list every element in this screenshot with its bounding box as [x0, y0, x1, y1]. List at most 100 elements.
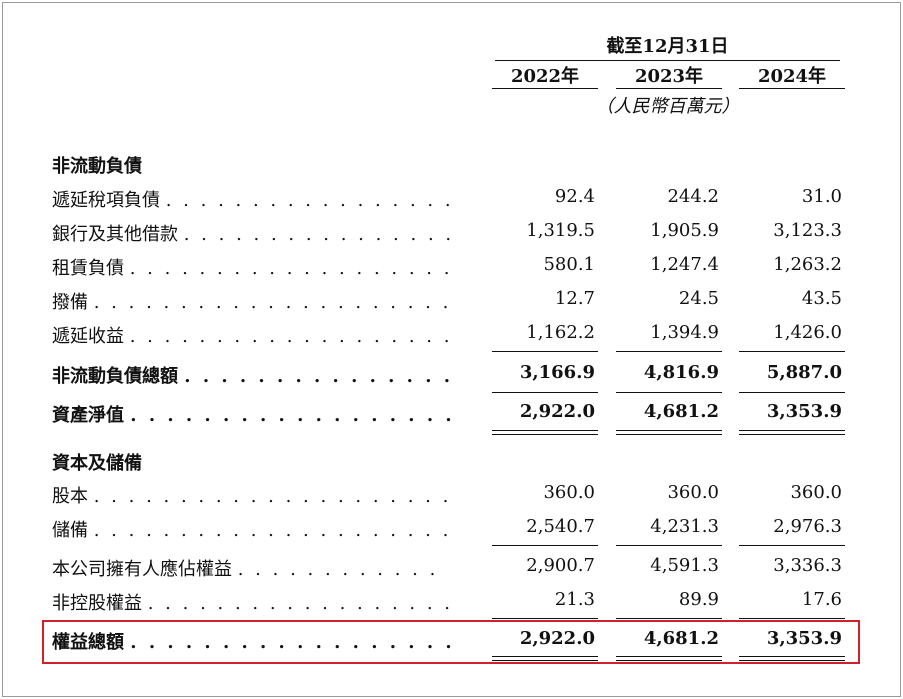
total-row: 資產淨值 . . . . . . . . . . . . . . . . . .… — [0, 401, 903, 427]
table-row: 儲備 . . . . . . . . . . . . . . . . . . .… — [0, 516, 903, 542]
total-rule — [492, 392, 598, 393]
value-2022: 360.0 — [543, 482, 595, 503]
value-2023: 4,231.3 — [650, 516, 719, 537]
value-2023: 4,816.9 — [643, 362, 719, 383]
value-2024: 3,353.9 — [766, 401, 842, 422]
total-row: 非流動負債總額 . . . . . . . . . . . . . . . . … — [0, 362, 903, 388]
section-heading-capital: 資本及儲備 — [0, 449, 903, 475]
value-2022: 1,162.2 — [526, 322, 595, 343]
double-rule — [739, 656, 845, 657]
leader-dots: . . . . . . . . . . . . . . . . . . . . … — [129, 258, 457, 279]
value-2023: 1,394.9 — [650, 322, 719, 343]
value-2024: 3,353.9 — [766, 628, 842, 649]
double-rule — [492, 656, 598, 657]
subtotal-rule — [739, 618, 845, 619]
double-rule — [492, 430, 598, 431]
leader-dots: . . . . . . . . . . . . . . . . . . . . … — [147, 593, 457, 614]
row-label: 非控股權益 . . . . . . . . . . . . . . . . . … — [52, 589, 457, 615]
row-label: 儲備 . . . . . . . . . . . . . . . . . . .… — [52, 516, 457, 542]
row-label: 租賃負債 . . . . . . . . . . . . . . . . . .… — [52, 254, 457, 280]
value-2022: 21.3 — [554, 589, 595, 610]
leader-dots: . . . . . . . . . . . . . . . . . . . — [183, 224, 457, 245]
section-heading-liabilities: 非流動負債 — [0, 152, 903, 178]
double-rule — [616, 430, 722, 431]
double-rule — [616, 660, 722, 661]
year-header-2022: 2022年 — [510, 66, 580, 87]
value-2022: 1,319.5 — [526, 220, 595, 241]
year-rule — [739, 88, 845, 89]
year-rule — [492, 88, 598, 89]
value-2023: 4,591.3 — [650, 555, 719, 576]
value-2024: 5,887.0 — [766, 362, 842, 383]
section-label: 非流動負債 — [52, 156, 142, 177]
leader-dots: . . . . . . . . . . . . . . . . . . . . … — [165, 190, 457, 211]
total-rule — [739, 392, 845, 393]
leader-dots: . . . . . . . . . . . . . . . . . . . — [184, 366, 457, 387]
value-2022: 12.7 — [554, 288, 595, 309]
leader-dots: . . . . . . . . . . . . — [237, 559, 439, 580]
table-row: 非控股權益 . . . . . . . . . . . . . . . . . … — [0, 589, 903, 615]
value-2024: 360.0 — [790, 482, 842, 503]
value-2022: 2,922.0 — [519, 401, 595, 422]
row-label: 撥備 . . . . . . . . . . . . . . . . . . .… — [52, 288, 457, 314]
row-label: 遞延稅項負債 . . . . . . . . . . . . . . . . .… — [52, 186, 457, 212]
subtotal-rule — [616, 351, 722, 352]
subtotal-rule — [616, 545, 722, 546]
subtotal-rule — [492, 545, 598, 546]
subtotal-rule — [616, 618, 722, 619]
subtotal-rule — [739, 545, 845, 546]
value-2023: 1,905.9 — [650, 220, 719, 241]
year-header-2023: 2023年 — [634, 66, 704, 87]
value-2023: 4,681.2 — [643, 628, 719, 649]
row-label: 非流動負債總額 . . . . . . . . . . . . . . . . … — [52, 362, 457, 388]
table-row: 遞延收益 . . . . . . . . . . . . . . . . . .… — [0, 322, 903, 348]
row-label: 權益總額 . . . . . . . . . . . . . . . . . .… — [52, 628, 457, 654]
leader-dots: . . . . . . . . . . . . . . . . . . . . … — [93, 520, 457, 541]
value-2023: 4,681.2 — [643, 401, 719, 422]
value-2023: 1,247.4 — [650, 254, 719, 275]
row-label: 資產淨值 . . . . . . . . . . . . . . . . . .… — [52, 401, 457, 427]
total-row: 權益總額 . . . . . . . . . . . . . . . . . .… — [0, 628, 903, 654]
value-2023: 24.5 — [678, 288, 719, 309]
value-2024: 3,123.3 — [773, 220, 842, 241]
table-row: 遞延稅項負債 . . . . . . . . . . . . . . . . .… — [0, 186, 903, 212]
value-2024: 43.5 — [801, 288, 842, 309]
value-2022: 2,540.7 — [526, 516, 595, 537]
value-2023: 244.2 — [667, 186, 719, 207]
double-rule — [739, 434, 845, 435]
value-2022: 2,900.7 — [526, 555, 595, 576]
double-rule — [616, 656, 722, 657]
table-row: 本公司擁有人應佔權益 . . . . . . . . . . . . 2,900… — [0, 555, 903, 581]
double-rule — [739, 660, 845, 661]
value-2024: 1,263.2 — [773, 254, 842, 275]
value-2022: 580.1 — [543, 254, 595, 275]
table-row: 撥備 . . . . . . . . . . . . . . . . . . .… — [0, 288, 903, 314]
value-2024: 2,976.3 — [773, 516, 842, 537]
value-2024: 31.0 — [801, 186, 842, 207]
year-header-2024: 2024年 — [757, 66, 827, 87]
double-rule — [492, 434, 598, 435]
leader-dots: . . . . . . . . . . . . . . . . . . . . … — [130, 632, 457, 653]
value-2023: 89.9 — [678, 589, 719, 610]
leader-dots: . . . . . . . . . . . . . . . . . . . . … — [130, 405, 457, 426]
value-2024: 1,426.0 — [773, 322, 842, 343]
unit-label: （人民幣百萬元） — [595, 96, 740, 117]
row-label: 本公司擁有人應佔權益 . . . . . . . . . . . . — [52, 559, 439, 580]
subtotal-rule — [492, 351, 598, 352]
value-2024: 3,336.3 — [773, 555, 842, 576]
table-row: 銀行及其他借款 . . . . . . . . . . . . . . . . … — [0, 220, 903, 246]
row-label: 遞延收益 . . . . . . . . . . . . . . . . . .… — [52, 322, 457, 348]
double-rule — [492, 660, 598, 661]
value-2022: 2,922.0 — [519, 628, 595, 649]
period-header: 截至12月31日 — [606, 36, 729, 57]
year-rule — [616, 88, 722, 89]
double-rule — [616, 434, 722, 435]
value-2022: 92.4 — [554, 186, 595, 207]
row-label: 股本 . . . . . . . . . . . . . . . . . . .… — [52, 482, 457, 508]
leader-dots: . . . . . . . . . . . . . . . . . . . . … — [129, 326, 457, 347]
value-2022: 3,166.9 — [519, 362, 595, 383]
table-row: 股本 . . . . . . . . . . . . . . . . . . .… — [0, 482, 903, 508]
value-2024: 17.6 — [801, 589, 842, 610]
total-rule — [616, 392, 722, 393]
table-row: 租賃負債 . . . . . . . . . . . . . . . . . .… — [0, 254, 903, 280]
